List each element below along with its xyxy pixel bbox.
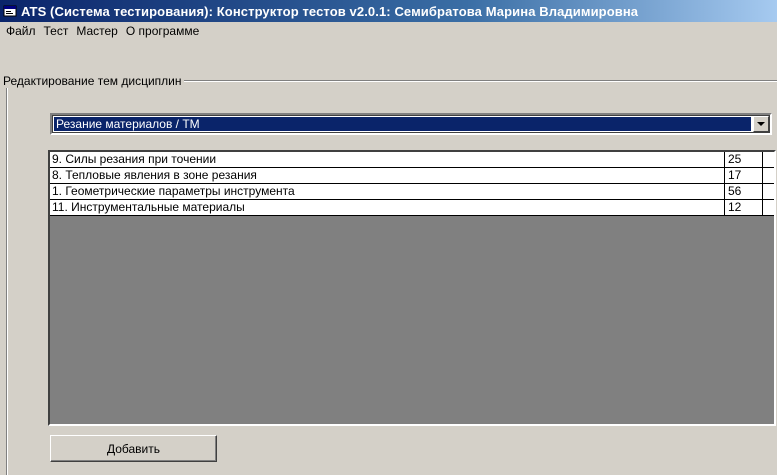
- menu-test[interactable]: Тест: [40, 23, 73, 40]
- menu-bar: Файл Тест Мастер О программе: [0, 22, 777, 41]
- table-row[interactable]: 11. Инструментальные материалы 12: [50, 200, 774, 216]
- app-window: ATS (Система тестирования): Конструктор …: [0, 0, 777, 475]
- topic-count-cell[interactable]: 17: [725, 168, 763, 183]
- add-button[interactable]: Добавить: [50, 435, 217, 462]
- groupbox-title: Редактирование тем дисциплин: [0, 74, 185, 88]
- title-bar[interactable]: ATS (Система тестирования): Конструктор …: [0, 0, 777, 22]
- app-window-icon[interactable]: [3, 4, 17, 18]
- topic-name-cell[interactable]: 8. Тепловые явления в зоне резания: [50, 168, 725, 183]
- table-row[interactable]: 1. Геометрические параметры инструмента …: [50, 184, 774, 200]
- menu-file[interactable]: Файл: [2, 23, 40, 40]
- discipline-select[interactable]: Резание материалов / ТМ: [50, 113, 772, 135]
- table-row[interactable]: 8. Тепловые явления в зоне резания 17: [50, 168, 774, 184]
- topics-grid-rows: 9. Силы резания при точении 25 8. Теплов…: [50, 152, 774, 216]
- discipline-select-value[interactable]: Резание материалов / ТМ: [54, 117, 751, 131]
- menu-wizard[interactable]: Мастер: [72, 23, 122, 40]
- discipline-select-dropdown-button[interactable]: [753, 116, 769, 132]
- table-row[interactable]: 9. Силы резания при точении 25: [50, 152, 774, 168]
- topic-count-cell[interactable]: 56: [725, 184, 763, 199]
- window-title: ATS (Система тестирования): Конструктор …: [21, 3, 639, 19]
- topic-count-cell[interactable]: 25: [725, 152, 763, 167]
- chevron-down-icon: [757, 122, 765, 126]
- menu-about[interactable]: О программе: [122, 23, 203, 40]
- topic-name-cell[interactable]: 9. Силы резания при точении: [50, 152, 725, 167]
- topics-grid[interactable]: 9. Силы резания при точении 25 8. Теплов…: [48, 150, 776, 426]
- topic-name-cell[interactable]: 11. Инструментальные материалы: [50, 200, 725, 215]
- topic-count-cell[interactable]: 12: [725, 200, 763, 215]
- topic-name-cell[interactable]: 1. Геометрические параметры инструмента: [50, 184, 725, 199]
